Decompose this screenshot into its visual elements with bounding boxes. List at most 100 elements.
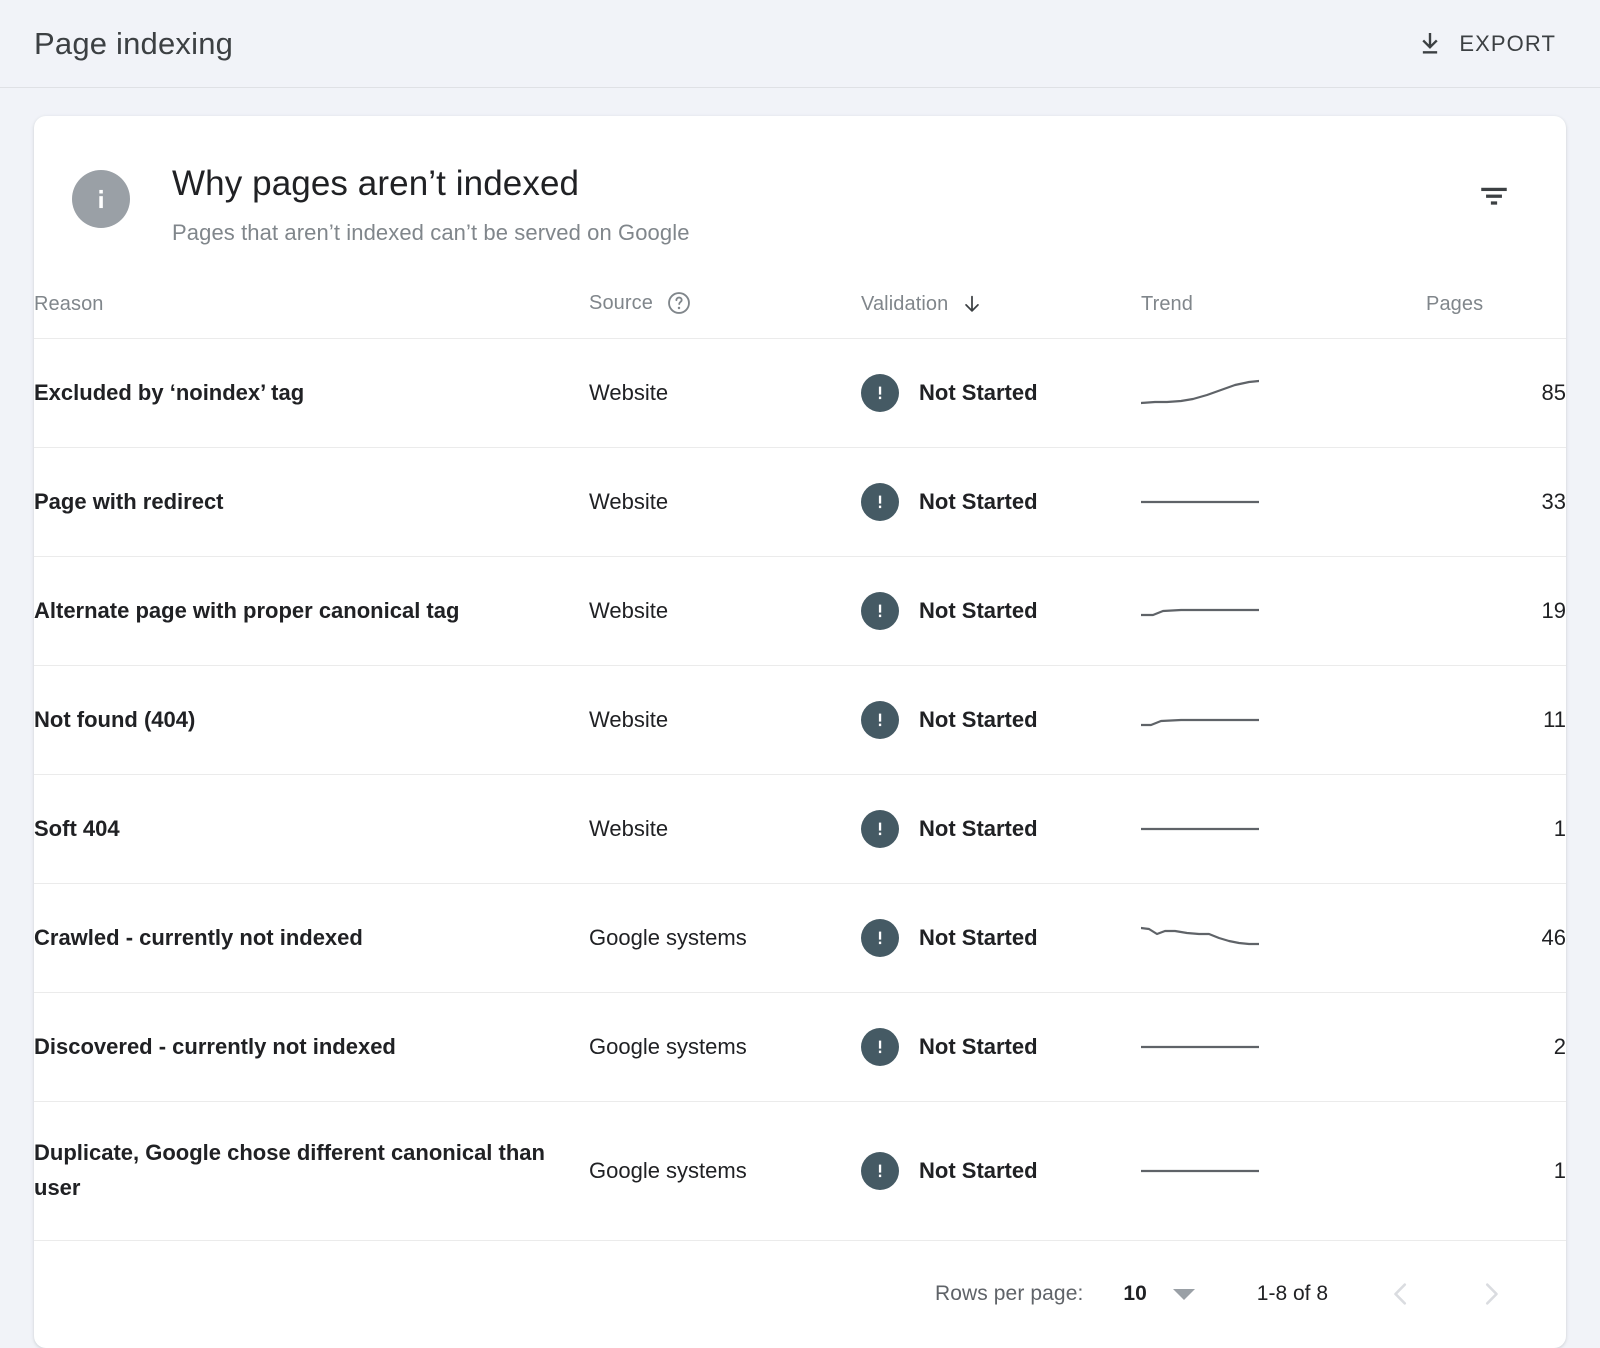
card-container: Why pages aren’t indexed Pages that aren… bbox=[0, 88, 1600, 1348]
cell-validation-label: Not Started bbox=[919, 816, 1038, 842]
trend-sparkline bbox=[1141, 809, 1259, 849]
info-icon bbox=[72, 170, 130, 228]
page-indexing-table: Reason Source bbox=[34, 290, 1566, 1240]
table-row[interactable]: Excluded by ‘noindex’ tag Website Not St… bbox=[34, 339, 1566, 448]
chevron-right-icon bbox=[1476, 1279, 1506, 1309]
cell-reason: Not found (404) bbox=[34, 666, 589, 775]
column-header-trend[interactable]: Trend bbox=[1141, 290, 1426, 339]
cell-reason: Discovered - currently not indexed bbox=[34, 993, 589, 1102]
exclamation-circle-icon bbox=[861, 374, 899, 412]
trend-sparkline bbox=[1141, 373, 1259, 413]
table-row[interactable]: Page with redirect Website Not Started bbox=[34, 448, 1566, 557]
cell-reason: Crawled - currently not indexed bbox=[34, 884, 589, 993]
cell-source: Google systems bbox=[589, 993, 861, 1102]
trend-sparkline bbox=[1141, 1151, 1259, 1191]
exclamation-circle-icon bbox=[861, 701, 899, 739]
column-header-reason[interactable]: Reason bbox=[34, 290, 589, 339]
filter-button[interactable] bbox=[1466, 168, 1522, 224]
cell-validation-label: Not Started bbox=[919, 1158, 1038, 1184]
cell-reason: Alternate page with proper canonical tag bbox=[34, 557, 589, 666]
column-header-validation-label: Validation bbox=[861, 293, 948, 316]
cell-pages: 2 bbox=[1426, 993, 1566, 1102]
trend-sparkline bbox=[1141, 591, 1259, 631]
cell-validation-label: Not Started bbox=[919, 707, 1038, 733]
cell-trend bbox=[1141, 775, 1426, 884]
exclamation-circle-icon bbox=[861, 483, 899, 521]
column-header-pages-label: Pages bbox=[1426, 293, 1483, 315]
cell-source: Website bbox=[589, 666, 861, 775]
column-header-source[interactable]: Source bbox=[589, 290, 861, 339]
cell-reason: Page with redirect bbox=[34, 448, 589, 557]
table-header-row: Reason Source bbox=[34, 290, 1566, 339]
card-subtitle: Pages that aren’t indexed can’t be serve… bbox=[172, 220, 690, 246]
card-header-texts: Why pages aren’t indexed Pages that aren… bbox=[172, 164, 690, 246]
pagination-range-label: 1-8 of 8 bbox=[1257, 1282, 1328, 1306]
export-label: EXPORT bbox=[1459, 31, 1556, 57]
cell-validation-label: Not Started bbox=[919, 1034, 1038, 1060]
table-row[interactable]: Soft 404 Website Not Started bbox=[34, 775, 1566, 884]
cell-source: Website bbox=[589, 448, 861, 557]
help-circle-icon[interactable] bbox=[666, 290, 692, 316]
exclamation-circle-icon bbox=[861, 1028, 899, 1066]
cell-trend bbox=[1141, 339, 1426, 448]
cell-trend bbox=[1141, 884, 1426, 993]
rows-per-page-label: Rows per page: bbox=[935, 1282, 1083, 1306]
cell-pages: 19 bbox=[1426, 557, 1566, 666]
trend-sparkline bbox=[1141, 700, 1259, 740]
cell-trend bbox=[1141, 666, 1426, 775]
cell-reason: Excluded by ‘noindex’ tag bbox=[34, 339, 589, 448]
cell-reason: Duplicate, Google chose different canoni… bbox=[34, 1102, 589, 1240]
cell-reason: Soft 404 bbox=[34, 775, 589, 884]
table-row[interactable]: Not found (404) Website Not Started bbox=[34, 666, 1566, 775]
exclamation-circle-icon bbox=[861, 810, 899, 848]
column-header-trend-label: Trend bbox=[1141, 293, 1193, 315]
export-button[interactable]: EXPORT bbox=[1407, 22, 1566, 66]
next-page-button[interactable] bbox=[1474, 1277, 1508, 1311]
cell-validation: Not Started bbox=[861, 557, 1141, 666]
cell-validation: Not Started bbox=[861, 775, 1141, 884]
table-header: Reason Source bbox=[34, 290, 1566, 339]
previous-page-button[interactable] bbox=[1384, 1277, 1418, 1311]
table-row[interactable]: Duplicate, Google chose different canoni… bbox=[34, 1102, 1566, 1240]
cell-pages: 46 bbox=[1426, 884, 1566, 993]
trend-sparkline bbox=[1141, 482, 1259, 522]
exclamation-circle-icon bbox=[861, 919, 899, 957]
column-header-validation[interactable]: Validation bbox=[861, 290, 1141, 339]
cell-validation: Not Started bbox=[861, 666, 1141, 775]
cell-validation-label: Not Started bbox=[919, 925, 1038, 951]
cell-pages: 85 bbox=[1426, 339, 1566, 448]
cell-validation: Not Started bbox=[861, 339, 1141, 448]
column-header-reason-label: Reason bbox=[34, 293, 104, 315]
cell-pages: 1 bbox=[1426, 775, 1566, 884]
card-title: Why pages aren’t indexed bbox=[172, 164, 690, 204]
cell-validation-label: Not Started bbox=[919, 598, 1038, 624]
page-title: Page indexing bbox=[34, 26, 233, 62]
chevron-down-icon[interactable] bbox=[1173, 1289, 1195, 1300]
cell-validation: Not Started bbox=[861, 1102, 1141, 1240]
table-row[interactable]: Crawled - currently not indexed Google s… bbox=[34, 884, 1566, 993]
filter-icon bbox=[1477, 179, 1511, 213]
arrow-down-icon[interactable] bbox=[961, 292, 983, 316]
cell-trend bbox=[1141, 1102, 1426, 1240]
cell-source: Google systems bbox=[589, 884, 861, 993]
column-header-source-label: Source bbox=[589, 292, 653, 315]
exclamation-circle-icon bbox=[861, 592, 899, 630]
trend-sparkline bbox=[1141, 1027, 1259, 1067]
cell-trend bbox=[1141, 993, 1426, 1102]
table-row[interactable]: Alternate page with proper canonical tag… bbox=[34, 557, 1566, 666]
cell-pages: 33 bbox=[1426, 448, 1566, 557]
trend-sparkline bbox=[1141, 918, 1259, 958]
table-pagination: Rows per page: 10 1-8 of 8 bbox=[34, 1240, 1566, 1348]
column-header-pages[interactable]: Pages bbox=[1426, 290, 1566, 339]
cell-pages: 11 bbox=[1426, 666, 1566, 775]
cell-trend bbox=[1141, 448, 1426, 557]
cell-source: Website bbox=[589, 775, 861, 884]
table-row[interactable]: Discovered - currently not indexed Googl… bbox=[34, 993, 1566, 1102]
why-pages-arent-indexed-card: Why pages aren’t indexed Pages that aren… bbox=[34, 116, 1566, 1348]
cell-source: Website bbox=[589, 339, 861, 448]
rows-per-page-value[interactable]: 10 bbox=[1123, 1282, 1146, 1306]
cell-trend bbox=[1141, 557, 1426, 666]
cell-validation: Not Started bbox=[861, 884, 1141, 993]
cell-validation: Not Started bbox=[861, 448, 1141, 557]
exclamation-circle-icon bbox=[861, 1152, 899, 1190]
